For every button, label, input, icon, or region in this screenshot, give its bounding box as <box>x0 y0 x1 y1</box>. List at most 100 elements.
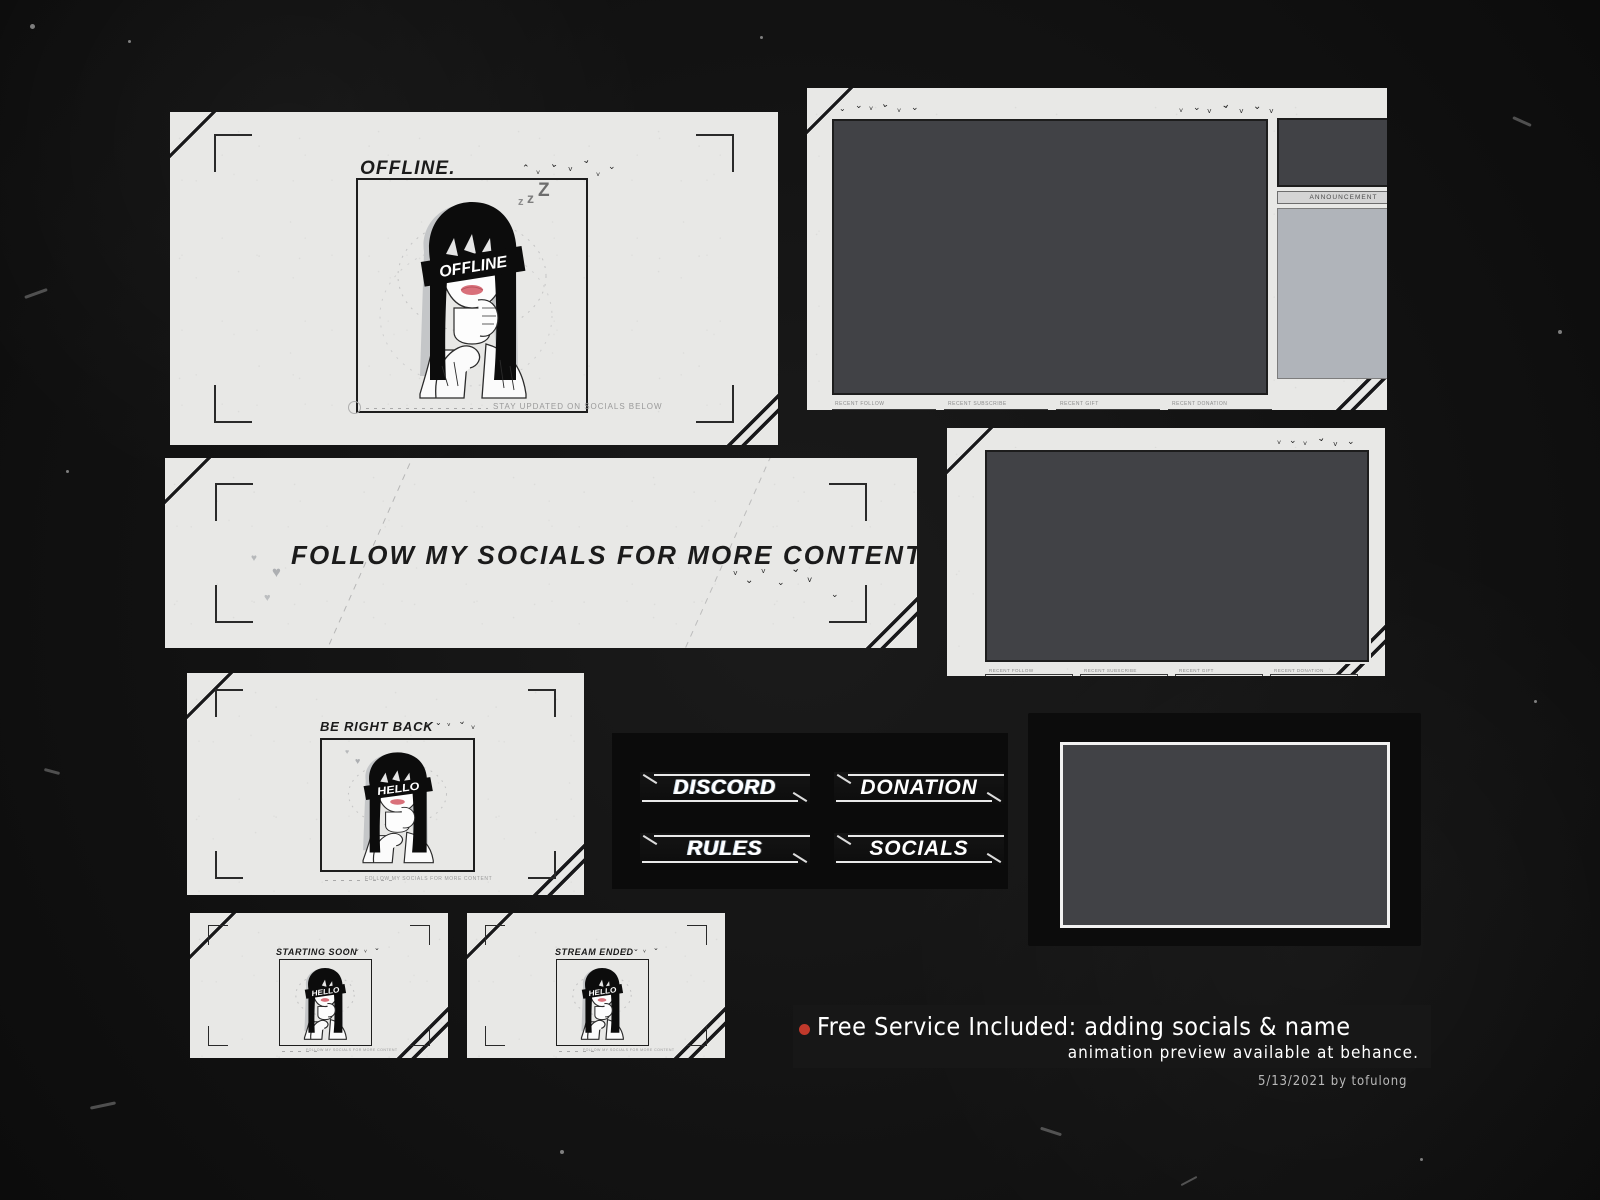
alert-value-box[interactable]: TOFULONGDESIGNS <box>1056 409 1160 410</box>
overlay-webcam-box <box>1277 118 1387 187</box>
accent-line <box>654 835 810 837</box>
bracket-corner-icon <box>410 1026 430 1046</box>
sleep-z-small: z <box>518 196 524 208</box>
bird-icon: ⌄ <box>580 153 592 168</box>
bird-icon: ⌄ <box>1289 435 1297 445</box>
bullet-dot-icon <box>799 1024 810 1035</box>
sleep-z-mid: z <box>527 190 534 206</box>
offline-screen: OFFLINE. ⌃ ˅ ⌄ ˅ ⌄ ˅ ⌄ OFFLINE z z Z STA… <box>170 112 778 445</box>
bird-icon: ⌄ <box>1347 436 1355 446</box>
bird-icon: ⌄ <box>456 715 467 727</box>
bracket-corner-icon <box>214 385 252 423</box>
bird-icon: ˅ <box>897 108 902 115</box>
starting-soon-screen: STARTING SOON ˅ ⌄ ˅ ⌄ HELLO FOLLOW MY SO… <box>190 913 448 1058</box>
bracket-corner-icon <box>215 483 253 521</box>
bracket-corner-icon <box>410 925 430 945</box>
noise-speck <box>1558 330 1562 334</box>
bird-icon: ˅ <box>733 569 738 578</box>
alert-label: RECENT DONATION <box>1274 668 1324 673</box>
heart-icon: ♥ <box>345 749 350 756</box>
bird-icon: ˅ <box>364 949 367 955</box>
noise-speck <box>30 24 35 29</box>
bracket-corner-icon <box>215 585 253 623</box>
noise-streak <box>1512 116 1532 127</box>
stream-ended-footer-text: FOLLOW MY SOCIALS FOR MORE CONTENT <box>583 1048 675 1052</box>
bird-icon: ˅ <box>425 723 429 729</box>
noise-streak <box>43 767 61 776</box>
footer-line-2: animation preview available at behance. <box>1067 1043 1419 1063</box>
noise-speck <box>128 40 131 43</box>
game-capture-area <box>830 117 1270 397</box>
girl-illustration: HELLO <box>280 960 370 1044</box>
bird-icon: ⌄ <box>879 98 891 111</box>
corner-cut-icon <box>395 1005 448 1058</box>
heart-icon: ♥ <box>355 756 361 766</box>
bird-icon: ˅ <box>1303 441 1308 448</box>
accent-line <box>848 835 1004 837</box>
panel-button-socials[interactable]: SOCIALS <box>834 833 1004 865</box>
alert-value-box[interactable]: TOFULONGDESIGNS <box>985 674 1073 676</box>
noise-speck <box>66 470 69 473</box>
offline-footer-text: STAY UPDATED ON SOCIALS BELOW <box>493 402 663 411</box>
girl-illustration: HELLO <box>557 960 647 1044</box>
panel-button-rules[interactable]: RULES <box>640 833 810 865</box>
corner-cut-icon <box>165 458 218 511</box>
panel-button-label: SOCIALS <box>869 837 969 860</box>
announcement-bar: ANNOUNCEMENT <box>1277 191 1387 204</box>
bird-icon: ˅ <box>536 170 541 177</box>
webcam-frame <box>1060 742 1390 928</box>
alert-label: RECENT FOLLOW <box>989 668 1034 673</box>
alert-value-box[interactable]: TOFULONGDESIGNS <box>1270 674 1358 676</box>
credit-line: 5/13/2021 by tofulong <box>1258 1074 1408 1089</box>
noise-streak <box>89 1101 117 1110</box>
alert-value-box[interactable]: TOFULONGDESIGNS <box>1168 409 1272 410</box>
heart-icon: ♥ <box>264 592 271 604</box>
game-capture-area <box>983 448 1371 664</box>
alert-label: RECENT DONATION <box>1172 401 1228 407</box>
bracket-corner-icon <box>696 134 734 172</box>
bird-icon: ⌄ <box>745 575 754 586</box>
alert-value-box[interactable]: TOFULONGDESIGNS <box>944 409 1048 410</box>
bracket-corner-icon <box>485 925 505 945</box>
bracket-corner-icon <box>215 851 243 879</box>
webcam-frame-wrapper <box>1028 713 1421 946</box>
bird-icon: ⌄ <box>354 946 360 953</box>
brb-footer-text: FOLLOW MY SOCIALS FOR MORE CONTENT <box>365 876 493 882</box>
alert-value-box[interactable]: TOFULONGDESIGNS <box>1175 674 1263 676</box>
noise-streak <box>1040 1126 1062 1137</box>
bird-icon: ⌄ <box>1219 98 1232 112</box>
offline-title: OFFLINE. <box>360 158 456 179</box>
bird-icon: ⌄ <box>1193 102 1201 112</box>
banner-text: FOLLOW MY SOCIALS FOR MORE CONTENT <box>291 540 917 570</box>
alert-label: RECENT GIFT <box>1179 668 1214 673</box>
accent-line <box>848 774 1004 776</box>
panel-button-donation[interactable]: DONATION <box>834 772 1004 804</box>
bird-icon: ⌄ <box>1315 432 1327 445</box>
alert-value-box[interactable]: TOFULONGDESIGNS <box>832 409 936 410</box>
corner-cut-icon <box>170 112 223 165</box>
bird-icon: ⌄ <box>608 161 616 171</box>
alert-label: RECENT SUBSCRIBE <box>948 401 1007 407</box>
bird-icon: ˅ <box>869 106 874 113</box>
noise-speck <box>1534 700 1537 703</box>
bird-icon: ˅ <box>345 948 348 954</box>
panel-button-label: DISCORD <box>673 776 777 799</box>
corner-cut-icon <box>864 595 917 648</box>
bird-icon: ˅ <box>1277 440 1282 447</box>
bird-icon: ⌄ <box>548 158 560 171</box>
panel-button-discord[interactable]: DISCORD <box>640 772 810 804</box>
noise-streak <box>24 287 48 300</box>
chat-box <box>1277 208 1387 379</box>
brb-title: BE RIGHT BACK <box>320 719 434 734</box>
alert-value-box[interactable]: TOFULONGDESIGNS <box>1080 674 1168 676</box>
bird-icon: ⌄ <box>653 945 659 952</box>
bracket-corner-icon <box>687 925 707 945</box>
bird-icon: ⌄ <box>855 100 863 110</box>
bird-icon: ⌄ <box>777 577 785 587</box>
bird-icon: ˅ <box>471 725 476 732</box>
sleep-z-large: Z <box>538 180 550 201</box>
bird-icon: ⌄ <box>1253 101 1262 112</box>
bird-icon: ˅ <box>596 172 601 179</box>
bird-icon: ˅ <box>624 948 627 954</box>
bird-icon: ˅ <box>568 165 573 174</box>
